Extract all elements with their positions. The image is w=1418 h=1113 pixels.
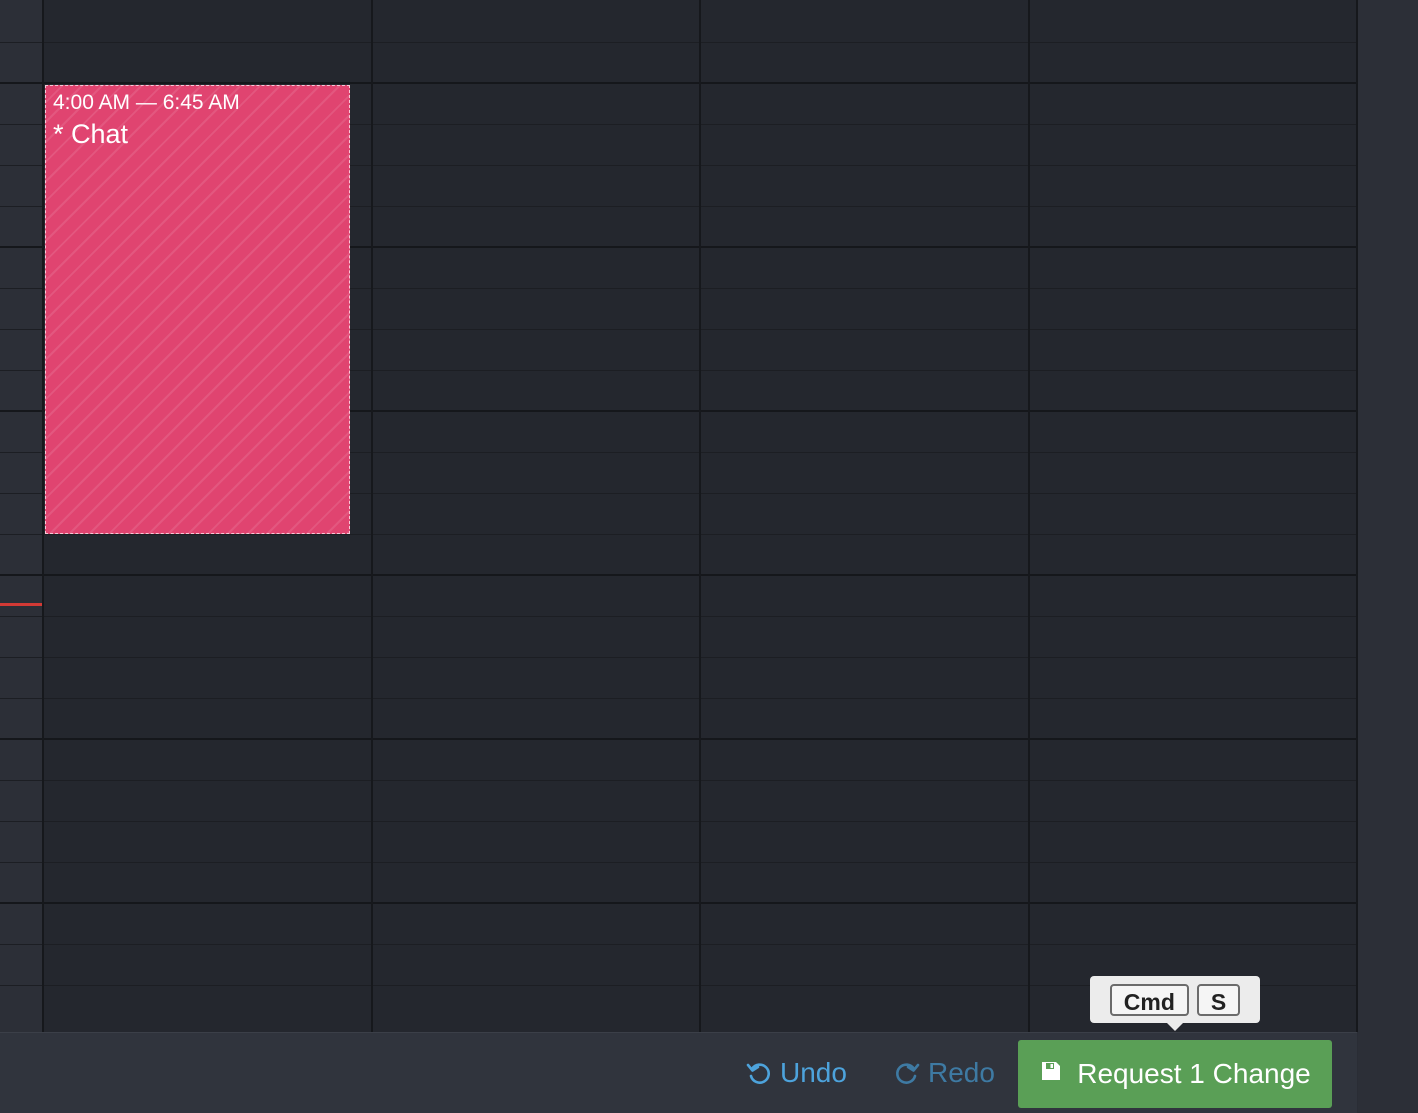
grid-line-minor [0, 42, 1358, 43]
grid-line-minor [0, 821, 1358, 822]
shortcut-key-s: S [1196, 983, 1241, 1016]
right-edge-panel [1358, 0, 1418, 1112]
grid-line-day [371, 0, 373, 1032]
undo-button[interactable]: Undo [746, 1057, 847, 1089]
grid-line-hour [0, 574, 1358, 576]
grid-line-day [42, 0, 44, 1032]
calendar-grid[interactable]: 4:00 AM — 6:45 AM * Chat [0, 0, 1358, 1032]
redo-icon [894, 1060, 920, 1086]
grid-line-hour [0, 902, 1358, 904]
event-title: * Chat [53, 119, 129, 149]
save-icon [1039, 1058, 1063, 1090]
event-time: 4:00 AM — 6:45 AM [53, 91, 240, 114]
grid-line-hour [0, 82, 1358, 84]
grid-line-minor [0, 862, 1358, 863]
keyboard-shortcut-tooltip: Cmd S [1090, 976, 1260, 1031]
shortcut-key-cmd: Cmd [1109, 983, 1189, 1016]
redo-label: Redo [928, 1057, 995, 1088]
calendar-event[interactable]: 4:00 AM — 6:45 AM * Chat [45, 85, 350, 534]
grid-line-minor [0, 944, 1358, 945]
redo-button[interactable]: Redo [894, 1057, 995, 1089]
grid-line-minor [0, 780, 1358, 781]
current-time-indicator [0, 603, 42, 606]
grid-line-minor [0, 534, 1358, 535]
grid-line-minor [0, 616, 1358, 617]
grid-line-hour [0, 738, 1358, 740]
grid-line-minor [0, 698, 1358, 699]
undo-icon [746, 1060, 772, 1086]
grid-line-minor [0, 657, 1358, 658]
grid-line-day [1028, 0, 1030, 1032]
undo-label: Undo [780, 1057, 847, 1088]
request-change-label: Request 1 Change [1077, 1058, 1311, 1089]
request-change-button[interactable]: Request 1 Change [1018, 1040, 1332, 1108]
time-gutter [0, 0, 43, 1032]
grid-line-day [699, 0, 701, 1032]
